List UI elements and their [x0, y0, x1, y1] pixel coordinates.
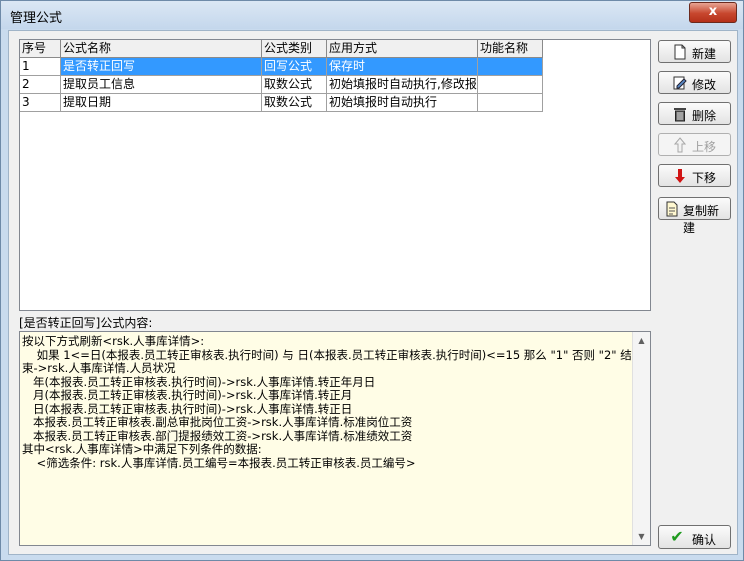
- row-apply-mode[interactable]: 初始填报时自动执行: [327, 94, 478, 112]
- row-formula-name[interactable]: 提取员工信息: [61, 76, 262, 94]
- delete-button-label: 删除: [692, 109, 717, 123]
- row-index: 1: [20, 58, 61, 76]
- copy-new-button-label: 复制新建: [683, 204, 720, 235]
- window-title: 管理公式: [10, 11, 63, 26]
- title-bar[interactable]: 管理公式 x: [1, 1, 743, 29]
- new-document-icon: [672, 44, 688, 60]
- row-function-name[interactable]: [478, 76, 543, 94]
- move-up-button[interactable]: 上移: [658, 133, 731, 156]
- move-down-button[interactable]: 下移: [658, 164, 731, 187]
- new-button[interactable]: 新建: [658, 40, 731, 63]
- column-header-formula-type[interactable]: 公式类别: [262, 40, 327, 58]
- move-up-button-label: 上移: [692, 140, 717, 154]
- row-function-name[interactable]: [478, 94, 543, 112]
- formula-grid: 序号 公式名称 公式类别 应用方式 功能名称 1 是否转正回写 回写公式 保存时…: [19, 39, 651, 311]
- table-row[interactable]: 3 提取日期 取数公式 初始填报时自动执行: [20, 94, 543, 112]
- edit-icon: [672, 75, 688, 91]
- manage-formula-dialog: 管理公式 x 序号 公式名称 公式类别 应用方式 功能名称 1 是否转正回写 回…: [0, 0, 744, 561]
- vertical-scrollbar[interactable]: ▲ ▼: [632, 332, 650, 545]
- row-apply-mode[interactable]: 初始填报时自动执行,修改报: [327, 76, 478, 94]
- row-formula-name[interactable]: 提取日期: [61, 94, 262, 112]
- edit-button[interactable]: 修改: [658, 71, 731, 94]
- grid-header-row: 序号 公式名称 公式类别 应用方式 功能名称: [20, 40, 543, 58]
- formula-content-label: [是否转正回写]公式内容:: [19, 316, 153, 330]
- row-index: 2: [20, 76, 61, 94]
- copy-icon: [664, 201, 680, 217]
- column-header-formula-name[interactable]: 公式名称: [61, 40, 262, 58]
- column-header-function-name[interactable]: 功能名称: [478, 40, 543, 58]
- delete-button[interactable]: 删除: [658, 102, 731, 125]
- edit-button-label: 修改: [692, 78, 717, 92]
- column-header-index[interactable]: 序号: [20, 40, 61, 58]
- formula-content-text[interactable]: 按以下方式刷新<rsk.人事库详情>: 如果 1<=日(本报表.员工转正审核表.…: [22, 334, 632, 470]
- row-index: 3: [20, 94, 61, 112]
- checkmark-icon: ✔: [670, 527, 684, 546]
- scroll-down-icon[interactable]: ▼: [633, 528, 650, 545]
- arrow-down-icon: [672, 168, 688, 184]
- copy-new-button[interactable]: 复制新建: [658, 197, 731, 235]
- column-header-apply-mode[interactable]: 应用方式: [327, 40, 478, 58]
- row-function-name[interactable]: [478, 58, 543, 76]
- row-apply-mode[interactable]: 保存时: [327, 58, 478, 76]
- row-formula-type[interactable]: 取数公式: [262, 94, 327, 112]
- dialog-body: 序号 公式名称 公式类别 应用方式 功能名称 1 是否转正回写 回写公式 保存时…: [8, 30, 738, 555]
- row-formula-type[interactable]: 取数公式: [262, 76, 327, 94]
- row-formula-type[interactable]: 回写公式: [262, 58, 327, 76]
- close-button[interactable]: x: [689, 2, 737, 23]
- table-row[interactable]: 1 是否转正回写 回写公式 保存时: [20, 58, 543, 76]
- scroll-up-icon[interactable]: ▲: [633, 332, 650, 349]
- trash-icon: [672, 106, 688, 122]
- row-formula-name[interactable]: 是否转正回写: [61, 58, 262, 76]
- formula-content-area[interactable]: 按以下方式刷新<rsk.人事库详情>: 如果 1<=日(本报表.员工转正审核表.…: [19, 331, 651, 546]
- ok-button[interactable]: ✔ 确认: [658, 525, 731, 549]
- ok-button-label: 确认: [692, 533, 717, 547]
- table-row[interactable]: 2 提取员工信息 取数公式 初始填报时自动执行,修改报: [20, 76, 543, 94]
- new-button-label: 新建: [692, 47, 717, 61]
- arrow-up-icon: [672, 137, 688, 153]
- move-down-button-label: 下移: [692, 171, 717, 185]
